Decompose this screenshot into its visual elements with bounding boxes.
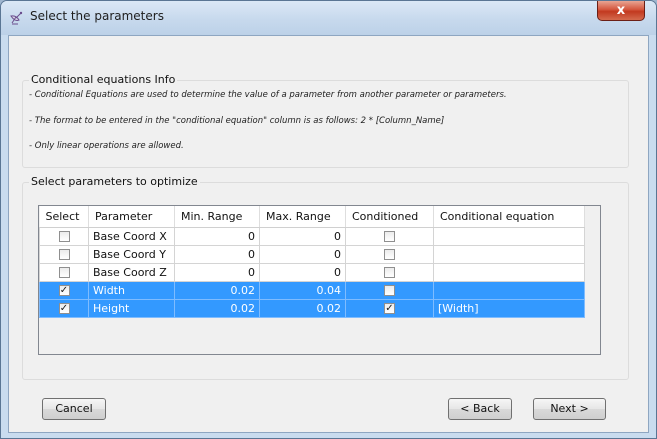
select-cell: ✓ — [39, 298, 89, 318]
window-title: Select the parameters — [30, 9, 164, 23]
title-bar[interactable]: Select the parameters x — [1, 1, 656, 35]
max-range-cell[interactable]: 0.02 — [259, 298, 346, 318]
conditioned-cell — [345, 244, 434, 264]
parameters-table: Select Parameter Min. Range Max. Range C… — [38, 205, 601, 355]
back-button[interactable]: < Back — [448, 398, 512, 420]
table-row[interactable]: Base Coord Z00 — [39, 262, 585, 282]
table-row[interactable]: Base Coord Y00 — [39, 244, 585, 264]
conditional-equation-cell[interactable] — [433, 280, 585, 300]
select-checkbox[interactable] — [58, 267, 70, 278]
info-line-3: - Only linear operations are allowed. — [29, 141, 184, 151]
select-cell — [39, 262, 89, 282]
satellite-dish-icon — [10, 11, 23, 25]
column-header-select[interactable]: Select — [39, 206, 89, 228]
params-group: Select parameters to optimize Select Par… — [22, 175, 629, 380]
max-range-cell[interactable]: 0.04 — [259, 280, 346, 300]
cancel-button[interactable]: Cancel — [42, 398, 106, 420]
info-line-2: - The format to be entered in the "condi… — [29, 116, 445, 126]
dialog-window: Select the parameters x Conditional equa… — [0, 0, 657, 439]
table-row[interactable]: ✓ Height 0.02 0.02 ✓ [Width] — [39, 298, 585, 318]
conditioned-cell — [345, 280, 434, 300]
params-group-legend: Select parameters to optimize — [29, 175, 200, 188]
select-cell: ✓ — [39, 280, 89, 300]
select-checkbox[interactable]: ✓ — [58, 303, 70, 314]
table-row[interactable]: ✓ Width 0.02 0.04 — [39, 280, 585, 300]
select-checkbox[interactable] — [58, 249, 70, 260]
conditioned-checkbox[interactable] — [384, 249, 395, 260]
checkmark-icon: ✓ — [59, 303, 69, 314]
min-range-cell[interactable]: 0 — [174, 244, 260, 264]
conditioned-checkbox[interactable]: ✓ — [384, 303, 395, 314]
checkmark-icon: ✓ — [59, 285, 69, 296]
parameter-cell[interactable]: Base Coord Z — [88, 262, 175, 282]
info-group-legend: Conditional equations Info — [29, 73, 178, 86]
conditional-equation-cell[interactable] — [433, 244, 585, 264]
table-row[interactable]: Base Coord X00 — [39, 226, 585, 246]
conditioned-checkbox[interactable] — [384, 267, 395, 278]
conditioned-cell — [345, 226, 434, 246]
conditional-equation-cell[interactable]: [Width] — [433, 298, 585, 318]
conditioned-cell: ✓ — [345, 298, 434, 318]
parameters-grid: Select Parameter Min. Range Max. Range C… — [39, 206, 585, 318]
parameter-cell[interactable]: Base Coord Y — [88, 244, 175, 264]
select-cell — [39, 226, 89, 246]
select-checkbox[interactable] — [58, 231, 70, 242]
conditioned-checkbox[interactable] — [384, 285, 395, 296]
table-header-row: Select Parameter Min. Range Max. Range C… — [39, 206, 585, 228]
close-button[interactable]: x — [597, 1, 645, 21]
info-group: Conditional equations Info - Conditional… — [22, 73, 629, 168]
min-range-cell[interactable]: 0.02 — [174, 280, 260, 300]
column-header-conditioned[interactable]: Conditioned — [345, 206, 434, 228]
min-range-cell[interactable]: 0 — [174, 262, 260, 282]
conditional-equation-cell[interactable] — [433, 262, 585, 282]
column-header-max-range[interactable]: Max. Range — [259, 206, 346, 228]
info-line-1: - Conditional Equations are used to dete… — [29, 90, 507, 100]
column-header-conditional-equation[interactable]: Conditional equation — [433, 206, 585, 228]
parameter-cell[interactable]: Base Coord X — [88, 226, 175, 246]
conditioned-cell — [345, 262, 434, 282]
column-header-min-range[interactable]: Min. Range — [174, 206, 260, 228]
min-range-cell[interactable]: 0 — [174, 226, 260, 246]
dialog-client-area: Conditional equations Info - Conditional… — [8, 35, 649, 433]
parameter-cell[interactable]: Height — [88, 298, 175, 318]
select-checkbox[interactable]: ✓ — [58, 285, 70, 296]
max-range-cell[interactable]: 0 — [259, 262, 346, 282]
max-range-cell[interactable]: 0 — [259, 244, 346, 264]
select-cell — [39, 244, 89, 264]
table-body: Base Coord X 0 0 Base Coord Y 0 0 Base Coord Z… — [39, 226, 585, 318]
column-header-parameter[interactable]: Parameter — [88, 206, 175, 228]
parameter-cell[interactable]: Width — [88, 280, 175, 300]
max-range-cell[interactable]: 0 — [259, 226, 346, 246]
conditioned-checkbox[interactable] — [384, 231, 395, 242]
conditional-equation-cell[interactable] — [433, 226, 585, 246]
min-range-cell[interactable]: 0.02 — [174, 298, 260, 318]
checkmark-icon: ✓ — [385, 303, 394, 314]
next-button[interactable]: Next > — [533, 398, 606, 420]
